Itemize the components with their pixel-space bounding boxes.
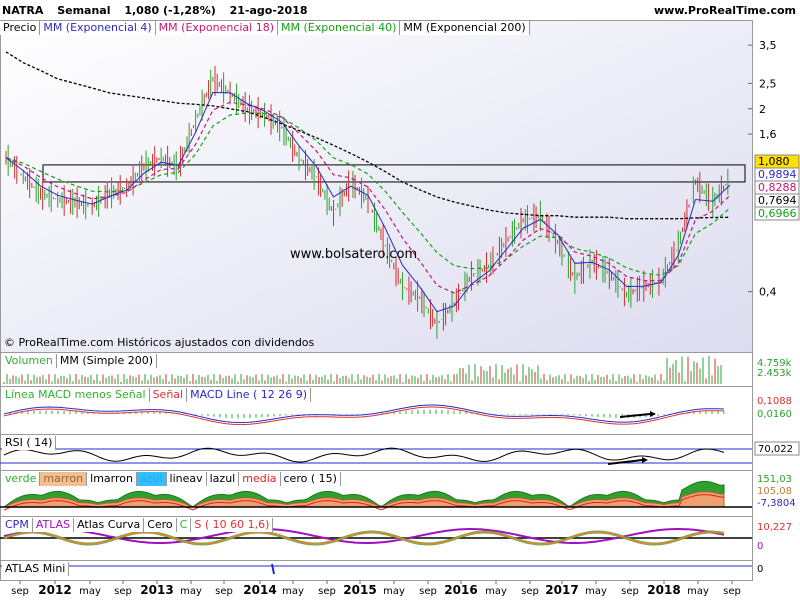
x-tick-label: sep xyxy=(11,586,29,597)
x-tick-label: may xyxy=(282,586,304,597)
x-tick-label: 2013 xyxy=(140,583,173,597)
price-y-tick-label: 0,4 xyxy=(759,286,777,299)
x-tick-label: sep xyxy=(318,586,336,597)
legend-verde[interactable]: verde xyxy=(2,472,41,486)
atlas-curva-legend: verde marron lmarron azul lineav lazul media ce… xyxy=(2,472,341,486)
x-tick-label: may xyxy=(180,586,202,597)
atlas-curva-tag: -7,3804 xyxy=(757,498,796,509)
x-tick-label: 2016 xyxy=(444,583,477,597)
cpm-tag: 10,227 xyxy=(757,522,792,533)
rsi-legend: RSI ( 14) xyxy=(2,436,57,450)
x-tick-label: sep xyxy=(521,586,539,597)
legend-rsi[interactable]: RSI ( 14) xyxy=(2,436,57,450)
atlas-curva-tag: 105,08 xyxy=(757,486,792,497)
price-y-tick-label: 1,6 xyxy=(759,128,777,141)
chart-canvas[interactable]: 3,5 2,5 2 1,6 0,4 1,0800,98940,82880,76940,69… xyxy=(0,0,800,600)
x-tick-label: may xyxy=(79,586,101,597)
panel-atlas_mini xyxy=(0,560,753,581)
macd-tag: 0,1088 xyxy=(757,396,792,407)
price-tag-last: 1,080 xyxy=(758,155,790,168)
legend-c[interactable]: C xyxy=(176,518,192,532)
legend-macd-signal[interactable]: Señal xyxy=(149,388,188,402)
x-tick-label: 2012 xyxy=(38,583,71,597)
legend-ema40[interactable]: MM (Exponencial 40) xyxy=(278,21,401,35)
legend-atlas-mini[interactable]: ATLAS Mini xyxy=(2,562,70,576)
volume-legend: Volumen MM (Simple 200) xyxy=(2,354,158,368)
legend-azul[interactable]: azul xyxy=(136,472,167,486)
volume-tag: 2.453k xyxy=(757,368,792,379)
legend-volume-mm[interactable]: MM (Simple 200) xyxy=(56,354,158,368)
x-tick-label: 2017 xyxy=(545,583,578,597)
x-tick-label: 2018 xyxy=(647,583,680,597)
legend-media[interactable]: media xyxy=(239,472,281,486)
watermark: www.bolsatero.com xyxy=(290,247,418,262)
rsi-tag: 70,022 xyxy=(758,444,793,455)
x-tick-label: sep xyxy=(215,586,233,597)
legend-lineav[interactable]: lineav xyxy=(166,472,207,486)
price-tag-ema40: 0,6966 xyxy=(758,207,797,220)
panel-rsi xyxy=(0,434,753,471)
legend-volumen[interactable]: Volumen xyxy=(2,354,57,368)
legend-ema18[interactable]: MM (Exponencial 18) xyxy=(155,21,279,35)
legend-price[interactable]: Precio xyxy=(0,21,41,35)
x-tick-label: sep xyxy=(114,586,132,597)
legend-ema200[interactable]: MM (Exponencial 200) xyxy=(400,21,530,35)
atlas-curva-tag: 151,03 xyxy=(757,474,792,485)
legend-macd-line[interactable]: MACD Line ( 12 26 9) xyxy=(187,388,312,402)
price-tag-ema4: 0,9894 xyxy=(758,168,797,181)
price-y-tick-label: 2,5 xyxy=(759,77,777,90)
legend-lazul[interactable]: lazul xyxy=(206,472,240,486)
legend-marron[interactable]: marron xyxy=(40,472,88,486)
cpm-tag-zero: 0 xyxy=(757,541,763,552)
x-tick-label: 2014 xyxy=(243,583,276,597)
legend-atlas-curva[interactable]: Atlas Curva xyxy=(74,518,145,532)
macd-tag: 0,0160 xyxy=(757,409,792,420)
legend-macd-hist[interactable]: Línea MACD menos Señal xyxy=(2,388,150,402)
legend-atlas[interactable]: ATLAS xyxy=(32,518,75,532)
legend-cpm[interactable]: CPM xyxy=(2,518,33,532)
x-tick-label: sep xyxy=(723,586,741,597)
x-tick-label: sep xyxy=(621,586,639,597)
x-tick-label: may xyxy=(585,586,607,597)
legend-cpm-cero[interactable]: Cero xyxy=(144,518,177,532)
legend-cero[interactable]: cero ( 15) xyxy=(280,472,341,486)
x-tick-label: sep xyxy=(419,586,437,597)
atlas-mini-tag: 0 xyxy=(757,564,763,575)
footer-note: © ProRealTime.com Históricos ajustados c… xyxy=(4,336,315,349)
macd-legend: Línea MACD menos Señal Señal MACD Line ( 1… xyxy=(2,388,312,402)
x-tick-label: may xyxy=(383,586,405,597)
x-tick-label: may xyxy=(687,586,709,597)
x-tick-label: 2015 xyxy=(343,583,376,597)
x-tick-label: may xyxy=(485,586,507,597)
price-y-tick-label: 3,5 xyxy=(759,39,777,52)
price-y-tick-label: 2 xyxy=(759,103,766,116)
legend-s[interactable]: S ( 10 60 1,6) xyxy=(191,518,274,532)
price-tag-ema18: 0,8288 xyxy=(758,181,797,194)
atlas-mini-legend: ATLAS Mini xyxy=(2,562,70,576)
legend-ema4[interactable]: MM (Exponencial 4) xyxy=(40,21,156,35)
price-legend: Precio MM (Exponencial 4) MM (Exponencial … xyxy=(0,21,530,35)
legend-lmarron[interactable]: lmarron xyxy=(87,472,137,486)
cpm-legend: CPM ATLAS Atlas Curva Cero C S ( 10 60 1,6) xyxy=(2,518,274,532)
price-tag-ema200: 0,7694 xyxy=(758,194,797,207)
